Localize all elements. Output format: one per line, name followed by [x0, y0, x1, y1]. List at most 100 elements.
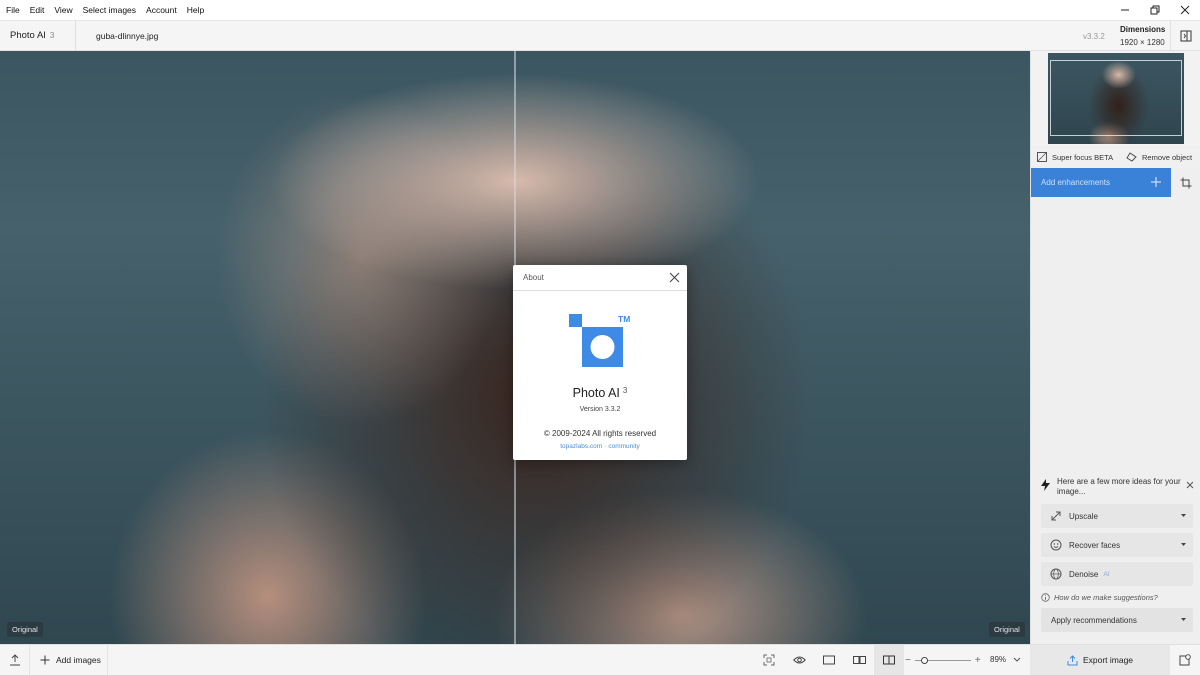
menu-account[interactable]: Account: [141, 0, 182, 20]
add-images-button[interactable]: Add images: [30, 645, 108, 675]
menu-help[interactable]: Help: [182, 0, 209, 20]
sidebar-toggle-icon: [1180, 30, 1191, 42]
upscale-icon: [1051, 511, 1061, 521]
export-image-button[interactable]: Export image: [1030, 645, 1170, 675]
menu-bar: File Edit View Select images Account Hel…: [0, 0, 1200, 20]
crop-icon: [1180, 177, 1192, 188]
minimize-button[interactable]: [1110, 0, 1140, 20]
about-version: Version 3.3.2: [579, 406, 621, 413]
zoom-in-button[interactable]: +: [975, 655, 981, 666]
menu-file[interactable]: File: [0, 0, 25, 20]
remove-object-button[interactable]: Remove object: [1126, 152, 1192, 162]
export-icon: [1067, 654, 1078, 665]
select-region-button[interactable]: [754, 645, 784, 675]
about-links: topazlabs.com · community: [513, 443, 687, 450]
export-image-label: Export image: [1082, 655, 1134, 665]
about-app-name: Photo AI 3: [513, 386, 687, 400]
about-copyright: © 2009-2024 All rights reserved: [543, 429, 657, 438]
about-dialog-header: About: [513, 265, 687, 291]
about-dialog-title: About: [523, 273, 544, 282]
split-view-icon: [883, 655, 895, 665]
upload-button[interactable]: [0, 645, 30, 675]
about-dialog: About TM Photo AI 3 Version 3.3.2 © 2009-…: [513, 265, 687, 460]
plus-icon: [1151, 177, 1161, 187]
chevron-down-icon: [1181, 618, 1186, 621]
minimize-icon: [1121, 9, 1129, 11]
restore-button[interactable]: [1140, 0, 1170, 20]
chevron-down-icon: [1181, 514, 1186, 517]
preview-button[interactable]: [784, 645, 814, 675]
dimensions-value: 1920 × 1280: [1120, 38, 1165, 47]
header-divider: [75, 21, 76, 51]
close-icon[interactable]: [1186, 481, 1194, 489]
close-icon: [1180, 5, 1190, 15]
single-view-button[interactable]: [814, 645, 844, 675]
add-images-label: Add images: [56, 655, 101, 665]
ideas-text: Here are a few more ideas for your image…: [1057, 477, 1181, 496]
how-suggestions-text: How do we make suggestions?: [1054, 593, 1158, 602]
link-community[interactable]: community: [608, 443, 639, 450]
version-label: v3.3.2: [1083, 32, 1105, 41]
dimensions-label: Dimensions: [1120, 25, 1166, 34]
link-separator: ·: [604, 443, 607, 450]
panel-toggle-button[interactable]: [1170, 21, 1200, 51]
suggestion-label: Denoise: [1069, 569, 1099, 579]
ai-badge: AI: [1103, 570, 1110, 578]
split-view-button[interactable]: [874, 645, 904, 675]
eraser-icon: [1126, 152, 1137, 162]
right-panel: Super focus BETA Remove object Add enhan…: [1030, 51, 1200, 644]
chevron-down-icon[interactable]: [1013, 656, 1021, 663]
trademark-mark: TM: [618, 314, 630, 324]
add-enhancements-button[interactable]: Add enhancements: [1031, 168, 1171, 197]
export-settings-icon: [1179, 654, 1191, 666]
app-title-version: 3: [49, 31, 55, 40]
face-icon: [1050, 539, 1062, 551]
zoom-out-button[interactable]: −: [905, 655, 911, 666]
navigator: [1031, 51, 1200, 146]
restore-icon: [1150, 5, 1160, 15]
how-suggestions-link[interactable]: How do we make suggestions?: [1041, 593, 1158, 602]
app-header: Photo AI 3 guba-dlinnye.jpg v3.3.2 Dimens…: [0, 20, 1200, 51]
suggestion-label: Recover faces: [1069, 540, 1121, 550]
menu-edit[interactable]: Edit: [25, 0, 50, 20]
app-title: Photo AI 3: [10, 30, 54, 41]
link-topazlabs[interactable]: topazlabs.com: [560, 443, 602, 450]
navigator-thumbnail[interactable]: [1048, 53, 1184, 144]
file-tab[interactable]: guba-dlinnye.jpg: [96, 31, 158, 41]
zoom-track[interactable]: [914, 656, 971, 664]
eye-icon: [792, 656, 806, 664]
plus-icon: [40, 655, 50, 665]
original-label-left: Original: [7, 622, 43, 637]
suggestion-label: Upscale: [1069, 511, 1098, 521]
crop-button[interactable]: [1171, 168, 1200, 197]
original-label-right: Original: [989, 622, 1025, 637]
side-by-side-button[interactable]: [844, 645, 874, 675]
focus-icon: [1037, 152, 1047, 162]
menu-select-images[interactable]: Select images: [78, 0, 141, 20]
super-focus-button[interactable]: Super focus BETA: [1037, 152, 1113, 162]
zoom-value[interactable]: 89%: [990, 655, 1006, 664]
about-app-name-text: Photo AI: [572, 386, 620, 400]
app-title-text: Photo AI: [10, 30, 46, 41]
window-controls: [1110, 0, 1200, 20]
export-settings-button[interactable]: [1170, 645, 1200, 675]
about-close-button[interactable]: [668, 271, 681, 284]
info-icon: [1041, 593, 1050, 602]
denoise-icon: [1050, 568, 1062, 580]
suggestion-denoise[interactable]: Denoise AI: [1041, 562, 1193, 586]
feature-row: Super focus BETA Remove object: [1031, 146, 1200, 168]
super-focus-label: Super focus BETA: [1052, 152, 1114, 162]
apply-recommendations-label: Apply recommendations: [1051, 615, 1137, 625]
menu-view[interactable]: View: [49, 0, 77, 20]
apply-recommendations-button[interactable]: Apply recommendations: [1041, 608, 1193, 632]
close-window-button[interactable]: [1170, 0, 1200, 20]
frame-select-icon: [763, 654, 775, 666]
zoom-slider[interactable]: − +: [905, 645, 981, 675]
suggestion-recover-faces[interactable]: Recover faces: [1041, 533, 1193, 557]
zoom-knob[interactable]: [920, 656, 928, 664]
remove-object-label: Remove object: [1142, 152, 1193, 162]
navigator-viewport-frame[interactable]: [1050, 60, 1182, 136]
photo-ai-logo: TM: [569, 314, 630, 367]
close-icon: [669, 272, 680, 283]
suggestion-upscale[interactable]: Upscale: [1041, 504, 1193, 528]
